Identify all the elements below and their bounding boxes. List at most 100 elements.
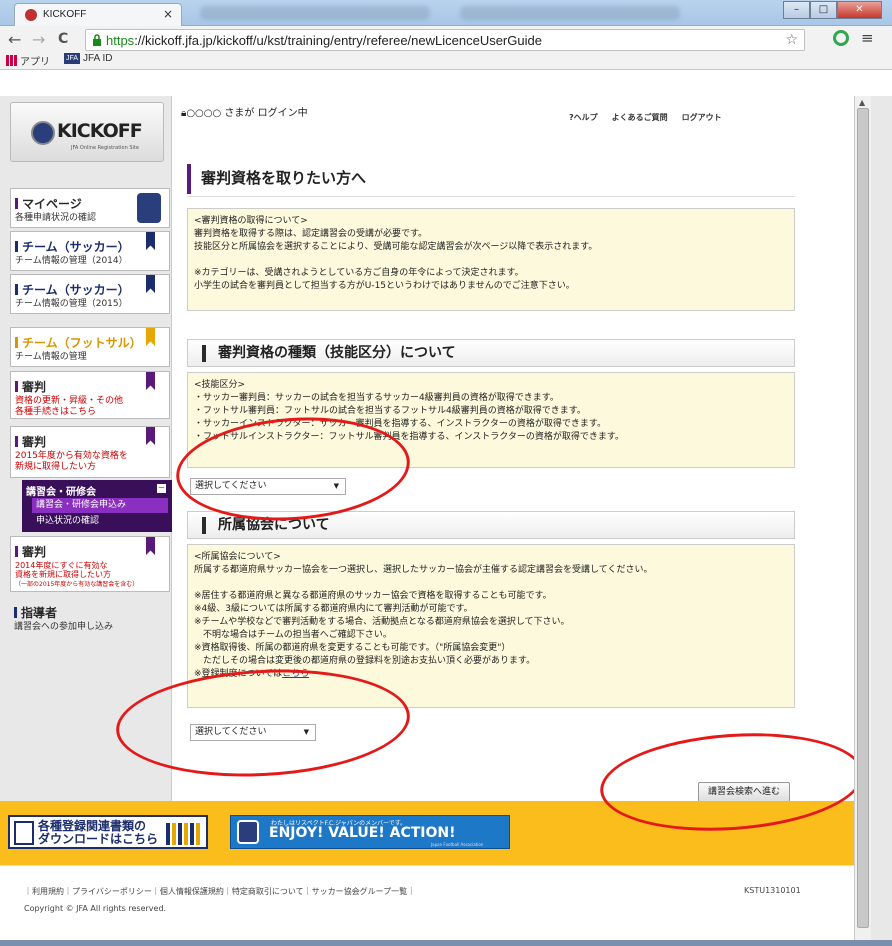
address-bar[interactable]: https://kickoff.jfa.jp/kickoff/u/kst/tra… [85,29,805,51]
info-line [194,577,788,590]
submenu-heading: 講習会・研修会 [26,487,96,498]
lock-icon [93,34,101,46]
stripes-decoration [166,823,202,845]
select-value: 選択してください [195,727,267,737]
ribbon-icon [146,427,155,445]
sidebar-item-sub: 各種申請状況の確認 [15,213,97,223]
info-line: 所属する都道府県サッカー協会を一つ選択し、選択したサッカー協会が主催する認定講習… [194,565,653,575]
scroll-thumb[interactable] [857,108,869,928]
ribbon-icon [146,275,155,293]
search-courses-button[interactable]: 講習会検索へ進む [698,782,790,802]
bookmark-label: JFA ID [83,53,113,64]
scrollbar[interactable]: ▲ [854,96,892,946]
download-banner[interactable]: 各種登録関連書類の ダウンロードはこちら [8,815,208,849]
submenu-link-status[interactable]: 申込状況の確認 [32,514,168,529]
ribbon-icon [146,232,155,250]
header-links: ?ヘルプ よくあるご質問 ログアウト [569,112,722,123]
kickoff-favicon-icon [25,9,37,21]
sidebar-item-team-futsal[interactable]: チーム（フットサル） チーム情報の管理 [10,327,170,367]
link-prefix: ※登録制度については [194,669,283,679]
info-line: <所属協会について> [194,552,281,562]
logo-subtitle: JFA Online Registration Site [71,145,139,151]
info-line: ※カテゴリーは、受講されようとしている方ご自身の年令によって決定されます。 [194,268,524,278]
page-viewport: KICKOFF JFA Online Registration Site マイペ… [0,96,868,946]
info-line: ただしその場合は変更後の都道府県の登録料を別途お支払い頂く必要があります。 [194,656,536,666]
sub-line: 資格の更新・昇級・その他 [15,396,124,406]
title-divider [187,196,795,197]
reload-button[interactable]: C [58,31,68,47]
info-line: ※登録制度についてはこちら [194,668,788,681]
banner-line: ダウンロードはこちら [38,832,159,846]
training-submenu: 講習会・研修会 － 講習会・研修会申込み 申込状況の確認 [22,480,172,532]
banner-strip: 各種登録関連書類の ダウンロードはこちら わたしはリスペクトF.C.ジャパンのメン… [0,801,854,865]
sidebar-item-referee-2015[interactable]: 審判 2015年度から有効な資格を 新規に取得したい方 [10,426,170,478]
browser-toolbar: ← → C https://kickoff.jfa.jp/kickoff/u/k… [0,26,892,70]
bookmark-star-icon[interactable]: ☆ [785,32,798,48]
info-line: 不明な場合はチームの担当者へご確認下さい。 [194,630,392,640]
sidebar-item-coach[interactable]: 指導者 講習会への参加申し込み [10,598,170,638]
download-document-icon [14,821,34,845]
apps-icon [6,55,17,66]
scroll-up-icon[interactable]: ▲ [859,98,865,107]
sidebar-item-sub: 資格の更新・昇級・その他 各種手続きはこちら [15,396,123,418]
sidebar-item-title: マイページ [15,195,82,212]
login-status: 🔒︎○○○○ さまが ログイン中 [181,104,308,119]
sidebar-item-mypage[interactable]: マイページ 各種申請状況の確認 [10,188,170,228]
sub-line: （一部の2015年度から有効な講習会を含む） [15,581,139,588]
sidebar-item-team-soccer-2015[interactable]: チーム（サッカー） チーム情報の管理（2015） [10,274,170,314]
section-skill-title: 審判資格の種類（技能区分）について [187,339,795,367]
respect-banner-foot: Japan Football Association [431,842,484,847]
extension-icon[interactable] [833,30,849,46]
tab-close-icon[interactable]: × [163,7,173,21]
footer-links[interactable]: ｜利用規約｜プライバシーポリシー｜個人情報保護規約｜特定商取引について｜サッカー… [24,886,415,897]
banner-line: 各種登録関連書類の [38,819,147,833]
back-button[interactable]: ← [8,30,21,49]
scroll-track[interactable]: ▲ [855,96,871,946]
association-select[interactable]: 選択してください ▼ [190,724,316,741]
collapse-toggle-icon[interactable]: － [157,484,166,493]
help-link[interactable]: ?ヘルプ [569,112,598,123]
menu-icon[interactable]: ≡ [861,29,874,47]
jfa-emblem-icon [31,121,55,145]
close-window-button[interactable]: ✕ [837,1,882,19]
faq-link[interactable]: よくあるご質問 [612,112,668,123]
info-line: 小学生の試合を審判員として担当する方がU-15というわけではありませんのでご注意… [194,281,575,291]
mypage-badge-icon [137,193,161,223]
sidebar-item-referee-renew[interactable]: 審判 資格の更新・昇級・その他 各種手続きはこちら [10,371,170,419]
forward-button[interactable]: → [32,30,45,49]
minimize-button[interactable]: – [783,1,810,19]
info-line: ・サッカー審判員：サッカーの試合を担当するサッカー4級審判員の資格が取得できます… [194,393,559,403]
sidebar-item-sub: チーム情報の管理（2015） [15,299,128,309]
sidebar-item-sub: 2014年度にすぐに有効な 資格を新規に取得したい方 （一部の2015年度から有効な… [15,561,138,589]
tab-title: KICKOFF [43,9,87,20]
page-footer: ｜利用規約｜プライバシーポリシー｜個人情報保護規約｜特定商取引について｜サッカー… [0,865,854,946]
bookmark-jfa-id[interactable]: JFA JFA ID [64,53,112,64]
sidebar-item-sub: チーム情報の管理（2014） [15,256,128,266]
sidebar-item-title: 審判 [15,378,46,395]
bookmark-apps[interactable]: アプリ [6,53,50,68]
info-line: ※居住する都道府県と異なる都道府県のサッカー協会で資格を取得することも可能です。 [194,591,552,601]
sidebar: KICKOFF JFA Online Registration Site マイペ… [0,96,172,801]
sidebar-item-sub: 2015年度から有効な資格を 新規に取得したい方 [15,451,128,473]
skill-select[interactable]: 選択してください ▼ [190,478,346,495]
respect-banner[interactable]: わたしはリスペクトF.C.ジャパンのメンバーです。 ENJOY! VALUE! … [230,815,510,849]
sub-line: 各種手続きはこちら [15,407,97,417]
browser-tab[interactable]: KICKOFF × [14,3,182,26]
sidebar-item-title: チーム（フットサル） [15,334,142,351]
acquire-info-box: <審判資格の取得について> 審判資格を取得する際は、認定講習会の受講が必要です。… [187,208,795,311]
kickoff-logo[interactable]: KICKOFF JFA Online Registration Site [10,102,164,162]
page-title: 審判資格を取りたい方へ [187,164,795,194]
submenu-link-apply[interactable]: 講習会・研修会申込み [32,498,168,513]
logout-link[interactable]: ログアウト [682,112,722,123]
screen-code: KSTU1310101 [744,886,801,895]
maximize-button[interactable]: □ [810,1,837,19]
url-path: ://kickoff.jfa.jp/kickoff/u/kst/training… [134,33,542,48]
main-content: 🔒︎○○○○ さまが ログイン中 ?ヘルプ よくあるご質問 ログアウト 審判資格… [173,96,854,802]
sidebar-item-referee-2014[interactable]: 審判 2014年度にすぐに有効な 資格を新規に取得したい方 （一部の2015年度から… [10,536,170,592]
sidebar-item-title: チーム（サッカー） [15,281,130,298]
registration-info-link[interactable]: こちら [282,669,309,679]
sidebar-item-sub: 講習会への参加申し込み [14,622,114,632]
sub-line: 資格を新規に取得したい方 [15,570,111,579]
download-banner-text: 各種登録関連書類の ダウンロードはこちら [38,820,158,846]
sidebar-item-team-soccer-2014[interactable]: チーム（サッカー） チーム情報の管理（2014） [10,231,170,271]
